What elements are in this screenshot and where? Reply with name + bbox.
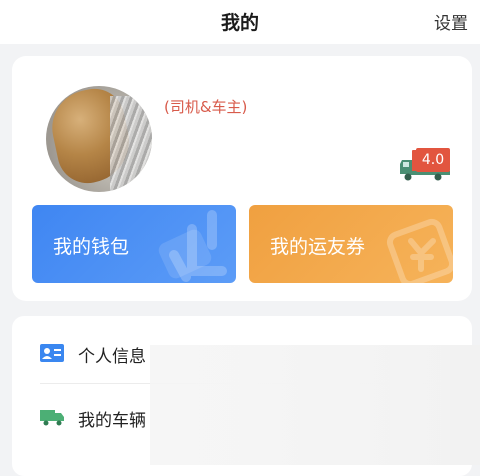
top-bar: 我的 设置 [0, 0, 480, 44]
my-wallet-button[interactable]: 我的钱包 [32, 205, 236, 283]
wallet-label: 我的钱包 [53, 236, 130, 258]
blur-overlay [150, 345, 480, 465]
level-value: 4.0 [416, 148, 450, 172]
user-role: (司机&车主) [164, 98, 248, 116]
coupon-label: 我的运友券 [270, 236, 366, 258]
level-badge: 4.0 [398, 148, 454, 182]
avatar-photo-foil [110, 96, 152, 192]
page-title: 我的 [220, 12, 259, 34]
my-coupon-button[interactable]: 我的运友券 [249, 205, 453, 283]
menu-item-label: 个人信息 [78, 347, 146, 367]
id-card-icon [40, 344, 64, 362]
settings-button[interactable]: 设置 [434, 9, 468, 34]
profile-card: (司机&车主) 4.0 我的钱包 我的运友券 [12, 56, 472, 301]
menu-item-label: 我的车辆 [78, 411, 146, 431]
avatar[interactable] [46, 86, 152, 192]
truck-icon [40, 410, 64, 426]
